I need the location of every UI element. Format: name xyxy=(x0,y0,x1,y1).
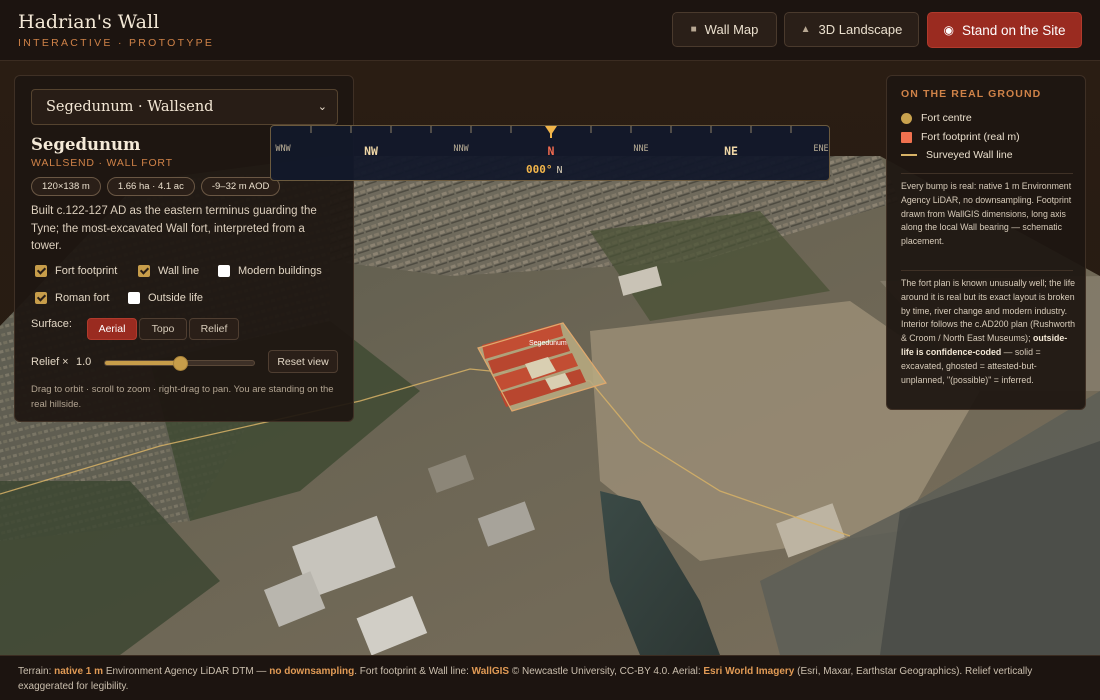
wall-line-icon xyxy=(901,154,917,156)
checkbox-unchecked-icon[interactable] xyxy=(218,265,230,277)
heading-degrees: 000° xyxy=(526,163,553,176)
legend-note-lidar: Every bump is real: native 1 m Environme… xyxy=(901,181,1072,247)
footer-text: Terrain: xyxy=(18,666,55,677)
size-chip: 120×138 m xyxy=(31,177,101,196)
legend-panel: ON THE REAL GROUND Fort centre Fort foot… xyxy=(886,75,1086,410)
footer-text: © Newcastle University, CC-BY 4.0. Aeria… xyxy=(509,666,704,677)
surface-topo-button[interactable]: Topo xyxy=(139,318,187,340)
compass-dir-nnw: NNW xyxy=(453,144,469,154)
heading-pointer-line xyxy=(550,130,552,138)
checkbox-checked-icon[interactable] xyxy=(35,292,47,304)
compass-dir-nw: NW xyxy=(364,144,378,158)
map-square-icon: ■ xyxy=(690,24,697,35)
app-subtitle: INTERACTIVE · PROTOTYPE xyxy=(18,37,215,49)
legend-divider xyxy=(901,270,1073,271)
elevation-chip: -9–32 m AOD xyxy=(200,177,281,196)
surface-aerial-button[interactable]: Aerial xyxy=(87,318,137,340)
site-stats: 120×138 m 1.66 ha · 4.1 ac -9–32 m AOD xyxy=(31,177,281,196)
stand-on-site-label: Stand on the Site xyxy=(961,22,1066,38)
legend-wall-line: Surveyed Wall line xyxy=(901,149,1013,161)
checkbox-checked-icon[interactable] xyxy=(138,265,150,277)
layer-label: Outside life xyxy=(148,292,204,304)
navigation-hint: Drag to orbit · scroll to zoom · right-d… xyxy=(31,384,334,410)
footer-highlight: native 1 m xyxy=(54,666,104,677)
relief-value: 1.0 xyxy=(76,356,92,368)
legend-divider xyxy=(901,173,1073,174)
area-chip: 1.66 ha · 4.1 ac xyxy=(106,177,195,196)
wall-map-label: Wall Map xyxy=(704,22,759,37)
compass-dir-nne: NNE xyxy=(633,144,649,154)
legend-heading: ON THE REAL GROUND xyxy=(901,88,1042,100)
fort-centre-dot-icon xyxy=(901,112,912,124)
fort-map-label: Segedunum xyxy=(529,340,567,347)
footer-text: . Fort footprint & Wall line: xyxy=(354,666,472,677)
surface-relief-button[interactable]: Relief xyxy=(189,318,239,340)
fort-footprint-square-icon xyxy=(901,131,912,143)
compass-dir-wnw: WNW xyxy=(275,144,291,154)
mountain-icon: ▲ xyxy=(800,24,811,35)
relief-slider-fill xyxy=(105,361,180,365)
legend-note-fort-plan: The fort plan is known unusually well; t… xyxy=(901,277,1076,387)
relief-slider-thumb[interactable] xyxy=(172,356,188,371)
relief-slider[interactable] xyxy=(104,356,255,371)
wall-map-button[interactable]: ■ Wall Map xyxy=(672,12,777,47)
target-icon: ◉ xyxy=(943,23,954,37)
compass-dir-ene: ENE xyxy=(813,144,829,154)
site-kind: WALLSEND · WALL FORT xyxy=(31,157,173,169)
heading-direction: N xyxy=(556,165,563,176)
checkbox-checked-icon[interactable] xyxy=(35,265,47,277)
esri-link[interactable]: Esri World Imagery xyxy=(703,666,794,677)
footer-highlight: no downsampling xyxy=(269,666,355,677)
layer-modern-buildings[interactable]: Modern buildings xyxy=(218,265,322,277)
attribution-footer: Terrain: native 1 m Environment Agency L… xyxy=(0,655,1100,700)
footer-text: Environment Agency LiDAR DTM — xyxy=(103,666,270,677)
legend-label: Surveyed Wall line xyxy=(926,149,1013,161)
layer-roman-fort[interactable]: Roman fort xyxy=(35,292,109,304)
checkbox-unchecked-icon[interactable] xyxy=(128,292,140,304)
layer-label: Fort footprint xyxy=(55,265,118,277)
legend-fort-footprint: Fort footprint (real m) xyxy=(901,131,1020,143)
stand-on-site-button[interactable]: ◉ Stand on the Site xyxy=(927,12,1082,48)
heading-readout: 000° N xyxy=(526,163,563,176)
site-selector[interactable]: Segedunum · Wallsend ⌄ xyxy=(31,89,338,125)
3d-landscape-label: 3D Landscape xyxy=(818,22,903,37)
layer-wall-line[interactable]: Wall line xyxy=(138,265,199,277)
chevron-down-icon: ⌄ xyxy=(317,100,327,113)
relief-label: Relief × xyxy=(31,356,69,368)
compass-dir-ne: NE xyxy=(724,144,738,158)
legend-fort-centre: Fort centre xyxy=(901,112,972,124)
layer-outside-life[interactable]: Outside life xyxy=(128,292,203,304)
layer-fort-footprint[interactable]: Fort footprint xyxy=(35,265,117,277)
site-selector-value: Segedunum · Wallsend xyxy=(46,99,214,115)
top-bar: Hadrian's Wall INTERACTIVE · PROTOTYPE ■… xyxy=(0,0,1100,61)
site-description: Built c.122-127 AD as the eastern termin… xyxy=(31,205,317,252)
compass-dir-n: N xyxy=(547,144,555,158)
compass-strip[interactable]: WNW NW NNW N NNE NE ENE 000° N xyxy=(270,125,830,181)
wallgis-link[interactable]: WallGIS xyxy=(472,666,509,677)
layer-label: Modern buildings xyxy=(238,265,322,277)
app-title: Hadrian's Wall xyxy=(18,11,160,33)
surface-label: Surface: xyxy=(31,318,72,330)
layer-label: Wall line xyxy=(158,265,200,277)
reset-view-button[interactable]: Reset view xyxy=(268,350,338,373)
3d-landscape-button[interactable]: ▲ 3D Landscape xyxy=(784,12,919,47)
legend-label: Fort centre xyxy=(921,112,972,124)
site-name: Segedunum xyxy=(31,135,141,154)
legend-label: Fort footprint (real m) xyxy=(921,131,1020,143)
layer-label: Roman fort xyxy=(55,292,110,304)
